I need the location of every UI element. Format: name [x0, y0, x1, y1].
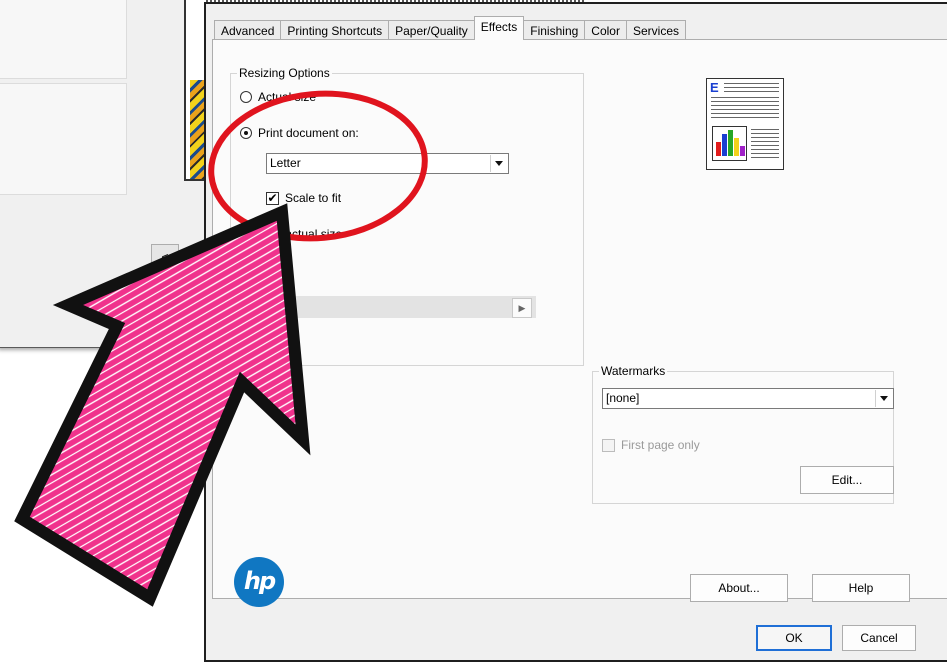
paper-size-dropdown[interactable]: Letter	[266, 153, 509, 174]
watermark-dropdown[interactable]: [none]	[602, 388, 894, 409]
document-preview: E	[706, 78, 784, 170]
tab-effects[interactable]: Effects	[473, 16, 525, 40]
checkbox-icon[interactable]	[602, 438, 615, 452]
background-pane	[0, 0, 127, 79]
first-page-only-checkbox[interactable]: First page only	[602, 438, 700, 452]
first-page-only-label: First page only	[621, 438, 700, 452]
ok-button[interactable]: OK	[756, 625, 832, 651]
watermarks-title: Watermarks	[601, 364, 666, 378]
tab-paper-quality[interactable]: Paper/Quality	[388, 20, 475, 40]
radio-button[interactable]	[240, 127, 252, 139]
tab-printing-shortcuts[interactable]: Printing Shortcuts	[280, 20, 390, 40]
background-pane	[0, 83, 127, 195]
paper-size-value: Letter	[270, 156, 301, 170]
resizing-options-title: Resizing Options	[239, 66, 330, 80]
tab-finishing[interactable]: Finishing	[523, 20, 586, 40]
hp-logo: hp	[234, 557, 284, 607]
tab-color[interactable]: Color	[584, 20, 627, 40]
actual-size-radio[interactable]: Actual size	[240, 90, 316, 104]
scale-to-fit-checkbox[interactable]: ✔ Scale to fit	[266, 191, 341, 205]
previous-button[interactable]: <	[151, 244, 179, 270]
background-window	[0, 0, 210, 348]
preview-letter: E	[710, 80, 719, 95]
chart-icon	[712, 126, 747, 161]
radio-button[interactable]	[240, 228, 252, 240]
percent-actual-size-label: % of actual size	[258, 227, 343, 241]
checkmark-icon[interactable]: ✔	[266, 191, 279, 205]
edit-watermark-button[interactable]: Edit...	[800, 466, 894, 494]
printer-properties-dialog: Advanced Printing Shortcuts Paper/Qualit…	[204, 2, 947, 662]
cancel-button[interactable]: Cancel	[842, 625, 916, 651]
slider-right-arrow-icon[interactable]: ▶	[512, 298, 532, 318]
tab-advanced[interactable]: Advanced	[214, 20, 282, 40]
chevron-down-icon[interactable]	[490, 155, 507, 172]
resizing-options-group: Resizing Options	[230, 66, 584, 366]
about-button[interactable]: About...	[690, 574, 788, 602]
tab-bar: Advanced Printing Shortcuts Paper/Qualit…	[214, 16, 686, 40]
watermark-value: [none]	[606, 391, 640, 405]
print-document-on-label: Print document on:	[258, 126, 359, 140]
scale-to-fit-label: Scale to fit	[285, 191, 342, 205]
radio-button[interactable]	[240, 91, 252, 103]
help-button[interactable]: Help	[812, 574, 910, 602]
percent-slider-track[interactable]	[256, 296, 536, 318]
percent-actual-size-radio[interactable]: % of actual size	[240, 227, 342, 241]
tab-services[interactable]: Services	[625, 20, 686, 40]
print-document-on-radio[interactable]: Print document on:	[240, 126, 359, 140]
chevron-down-icon[interactable]	[875, 390, 892, 407]
actual-size-label: Actual size	[258, 90, 317, 104]
